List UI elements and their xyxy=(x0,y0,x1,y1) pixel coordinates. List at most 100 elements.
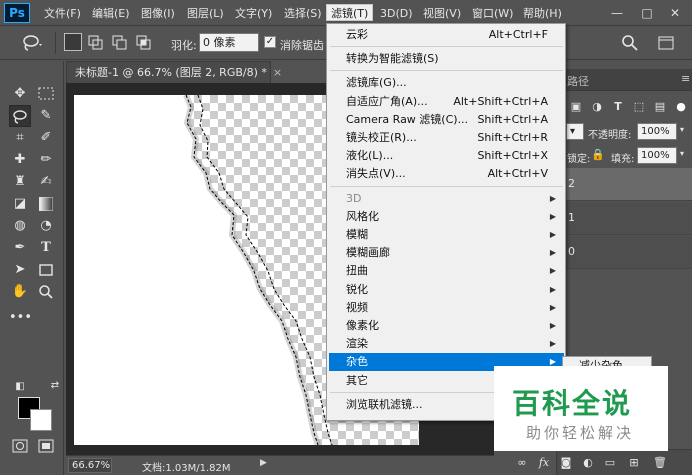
filter-menu-item[interactable]: 扭曲 ▶ xyxy=(329,262,564,280)
divider xyxy=(55,32,56,54)
close-document-icon[interactable]: × xyxy=(273,66,282,79)
mask-icon[interactable]: ◙ xyxy=(559,456,573,470)
zoom-field[interactable]: 66.67% xyxy=(68,458,112,473)
feather-input[interactable]: 0 像素 xyxy=(199,33,259,52)
lock-all-icon[interactable]: 🔒 xyxy=(591,148,605,162)
quick-select-tool-icon[interactable]: ✎ xyxy=(35,105,57,127)
submenu-arrow-icon: ▶ xyxy=(549,339,556,349)
screen-mode-icon[interactable] xyxy=(35,435,57,457)
filter-menu-item[interactable]: 镜头校正(R)... Shift+Ctrl+R xyxy=(329,129,564,147)
eraser-tool-icon[interactable]: ◪ xyxy=(9,193,31,215)
brush-tool-icon[interactable]: ✏ xyxy=(35,149,57,171)
menu-item-label: 液化(L)... xyxy=(346,149,394,163)
filter-menu-item[interactable]: 渲染 ▶ xyxy=(329,335,564,353)
menu-view[interactable]: 视图(V) xyxy=(419,5,465,22)
document-tab[interactable]: 未标题-1 @ 66.7% (图层 2, RGB/8) * × xyxy=(66,61,282,83)
quick-mask-icon[interactable] xyxy=(9,435,31,457)
filter-menu-item[interactable]: Camera Raw 滤镜(C)... Shift+Ctrl+A xyxy=(329,111,564,129)
healing-brush-tool-icon[interactable]: ✚ xyxy=(9,149,31,171)
opacity-input[interactable]: 100% xyxy=(637,123,677,140)
clone-stamp-tool-icon[interactable]: ♜ xyxy=(9,171,31,193)
filter-adjustment-icon[interactable]: ◑ xyxy=(590,100,604,114)
swap-colors-icon[interactable]: ⇄ xyxy=(44,375,66,397)
hand-tool-icon[interactable]: ✋ xyxy=(9,281,31,303)
new-selection-icon[interactable] xyxy=(64,33,82,51)
tools-panel: ✥ ✎ ⌗ ✐ ✚ ✏ ♜ ✍ ◪ ◍ ◔ ✒ T ➤ ✋ ••• ◧ ⇄ xyxy=(0,61,64,475)
gradient-tool-icon[interactable] xyxy=(35,193,57,215)
filter-menu-item[interactable]: 3D ▶ xyxy=(329,190,564,208)
filter-menu-item[interactable]: 像素化 ▶ xyxy=(329,317,564,335)
menu-image[interactable]: 图像(I) xyxy=(137,5,179,22)
menu-type[interactable]: 文字(Y) xyxy=(231,5,276,22)
filter-shape-icon[interactable]: ⬚ xyxy=(632,100,646,114)
filter-menu-item[interactable]: 自适应广角(A)... Alt+Shift+Ctrl+A xyxy=(329,93,564,111)
menu-3d[interactable]: 3D(D) xyxy=(376,5,417,22)
paths-tab[interactable]: 路径 xyxy=(567,73,589,89)
search-icon[interactable] xyxy=(620,33,640,53)
filter-menu-item[interactable]: 云彩 Alt+Ctrl+F xyxy=(329,26,564,44)
menu-layer[interactable]: 图层(L) xyxy=(183,5,228,22)
dodge-tool-icon[interactable]: ◔ xyxy=(35,215,57,237)
zoom-tool-icon[interactable] xyxy=(35,281,57,303)
marquee-tool-icon[interactable] xyxy=(35,83,57,105)
filter-smart-icon[interactable]: ▤ xyxy=(653,100,667,114)
filter-menu-item[interactable]: 视频 ▶ xyxy=(329,299,564,317)
filter-menu-item[interactable]: 模糊 ▶ xyxy=(329,226,564,244)
menu-select[interactable]: 选择(S) xyxy=(280,5,326,22)
maximize-button[interactable]: □ xyxy=(638,4,656,22)
trash-icon[interactable]: 🗑 xyxy=(653,456,667,470)
filter-toggle-icon[interactable]: ● xyxy=(674,100,688,114)
subtract-selection-icon[interactable] xyxy=(110,33,130,53)
link-icon[interactable]: ∞ xyxy=(515,456,529,470)
menu-window[interactable]: 窗口(W) xyxy=(468,5,517,22)
layer-row[interactable]: 0 xyxy=(557,236,692,269)
antialias-checkbox[interactable]: ✓ xyxy=(264,36,276,48)
new-layer-icon[interactable]: ⊞ xyxy=(627,456,641,470)
lasso-preset-icon[interactable] xyxy=(20,32,46,54)
filter-menu-item[interactable]: 消失点(V)... Alt+Ctrl+V xyxy=(329,165,564,183)
crop-tool-icon[interactable]: ⌗ xyxy=(9,127,31,149)
panel-menu-icon[interactable]: ≡ xyxy=(681,72,690,85)
fill-input[interactable]: 100% xyxy=(637,147,677,164)
fx-icon[interactable]: fx xyxy=(537,456,551,470)
filter-menu-item[interactable]: 锐化 ▶ xyxy=(329,281,564,299)
more-tools-icon[interactable]: ••• xyxy=(9,307,32,329)
blend-mode-select[interactable]: ▾ xyxy=(566,123,584,140)
filter-type-icon[interactable]: T xyxy=(611,100,625,114)
filter-menu-item[interactable]: 风格化 ▶ xyxy=(329,208,564,226)
add-selection-icon[interactable] xyxy=(86,33,106,53)
close-window-button[interactable]: ✕ xyxy=(666,4,684,22)
menu-edit[interactable]: 编辑(E) xyxy=(88,5,134,22)
move-tool-icon[interactable]: ✥ xyxy=(9,83,31,105)
pen-tool-icon[interactable]: ✒ xyxy=(9,237,31,259)
background-color-swatch[interactable] xyxy=(30,409,52,431)
menu-filter[interactable]: 滤镜(T) xyxy=(326,4,374,21)
group-icon[interactable]: ▭ xyxy=(603,456,617,470)
filter-menu-item[interactable]: 模糊画廊 ▶ xyxy=(329,244,564,262)
default-colors-icon[interactable]: ◧ xyxy=(9,376,31,398)
filter-menu-item[interactable]: 液化(L)... Shift+Ctrl+X xyxy=(329,147,564,165)
submenu-arrow-icon: ▶ xyxy=(549,193,556,203)
path-select-tool-icon[interactable]: ➤ xyxy=(9,259,31,281)
filter-menu-item[interactable]: 滤镜库(G)... xyxy=(329,74,564,92)
lasso-tool-icon[interactable] xyxy=(9,105,31,127)
adjustment-icon[interactable]: ◐ xyxy=(581,456,595,470)
blur-tool-icon[interactable]: ◍ xyxy=(9,215,31,237)
minimize-button[interactable]: — xyxy=(608,4,626,22)
filter-menu-item[interactable]: 转换为智能滤镜(S) xyxy=(329,50,564,68)
workspace-icon[interactable] xyxy=(656,33,676,53)
intersect-selection-icon[interactable] xyxy=(134,33,154,53)
eyedropper-tool-icon[interactable]: ✐ xyxy=(35,127,57,149)
menu-help[interactable]: 帮助(H) xyxy=(519,5,566,22)
status-menu-arrow-icon[interactable]: ▶ xyxy=(260,458,267,468)
rectangle-tool-icon[interactable] xyxy=(35,259,57,281)
fill-dropdown-icon[interactable]: ▾ xyxy=(680,149,684,158)
menu-item-label: 自适应广角(A)... xyxy=(346,94,428,108)
type-tool-icon[interactable]: T xyxy=(35,237,57,259)
opacity-dropdown-icon[interactable]: ▾ xyxy=(680,125,684,134)
menu-file[interactable]: 文件(F) xyxy=(40,5,85,22)
layer-row[interactable]: 2 xyxy=(557,168,692,201)
filter-pixel-icon[interactable]: ▣ xyxy=(569,100,583,114)
history-brush-tool-icon[interactable]: ✍ xyxy=(35,171,57,193)
layer-row[interactable]: 1 xyxy=(557,202,692,235)
